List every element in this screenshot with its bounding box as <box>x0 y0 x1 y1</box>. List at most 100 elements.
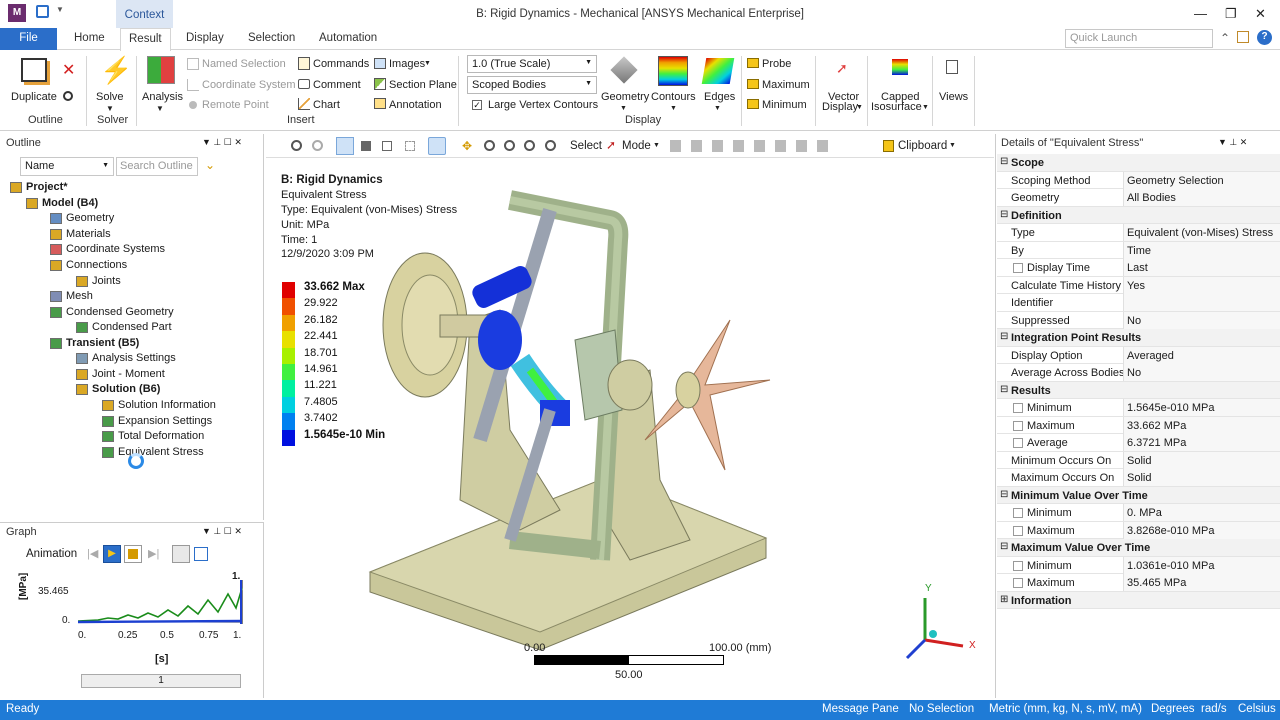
pan-icon[interactable]: ✥ <box>462 139 472 153</box>
zoom-icon[interactable] <box>484 140 495 151</box>
rotate-icon[interactable] <box>428 137 446 155</box>
duplicate-button[interactable]: Duplicate <box>11 91 57 103</box>
details-section[interactable]: ⊟ Scope <box>997 154 1280 172</box>
coordinate-system-button[interactable]: Coordinate System <box>202 79 296 91</box>
selection-tools-icons[interactable] <box>670 140 830 152</box>
tab-display[interactable]: Display <box>186 32 224 44</box>
details-section[interactable]: ⊟ Definition <box>997 206 1280 224</box>
details-row[interactable]: Minimum Occurs On Solid <box>997 451 1280 469</box>
tab-selection[interactable]: Selection <box>248 32 295 44</box>
zoom-out-icon[interactable] <box>312 140 323 151</box>
tree-item-solution[interactable]: Solution (B6) <box>76 383 160 395</box>
status-units[interactable]: Metric (mm, kg, N, s, mV, mA) <box>989 703 1142 715</box>
parameter-checkbox[interactable] <box>1013 578 1023 588</box>
status-message-pane[interactable]: Message Pane <box>822 703 899 715</box>
magnifier-icon[interactable] <box>545 140 556 151</box>
remote-point-button[interactable]: Remote Point <box>202 99 269 111</box>
tree-item-materials[interactable]: Materials <box>50 228 111 240</box>
next-frame-icon[interactable]: ▶| <box>148 547 159 560</box>
scale-select[interactable]: 1.0 (True Scale) ▼ <box>467 55 597 73</box>
contours-dropdown-icon[interactable]: ▼ <box>670 105 677 112</box>
collapse-ribbon-icon[interactable]: ⌃ <box>1220 31 1230 45</box>
bodies-select[interactable]: Scoped Bodies ▼ <box>467 76 597 94</box>
vector-display-line2[interactable]: Display <box>822 101 858 113</box>
details-value[interactable]: Equivalent (von-Mises) Stress <box>1123 224 1280 241</box>
status-angle[interactable]: Degrees <box>1151 703 1194 715</box>
maximum-button[interactable]: Maximum <box>762 79 810 91</box>
named-selection-button[interactable]: Named Selection <box>202 58 286 70</box>
tree-item-condensed-part[interactable]: Condensed Part <box>76 321 172 333</box>
analysis-button[interactable]: Analysis <box>142 91 183 103</box>
collapse-icon[interactable]: ⊟ <box>1000 156 1008 167</box>
images-button[interactable]: Images <box>389 58 425 70</box>
section-plane-button[interactable]: Section Plane <box>389 79 457 91</box>
details-row[interactable]: Maximum 3.8268e-010 MPa <box>997 521 1280 539</box>
tree-item-total-def[interactable]: Total Deformation <box>102 430 204 442</box>
details-value[interactable] <box>1123 294 1280 311</box>
zoom-in-icon[interactable] <box>291 140 302 151</box>
contours-button[interactable]: Contours <box>651 91 696 103</box>
edges-dropdown-icon[interactable]: ▼ <box>714 105 721 112</box>
details-section[interactable]: ⊟ Results <box>997 381 1280 399</box>
expand-icon[interactable]: ⊞ <box>1000 594 1008 605</box>
details-value[interactable]: 1.5645e-010 MPa <box>1123 399 1280 416</box>
parameter-checkbox[interactable] <box>1013 525 1023 536</box>
details-value[interactable]: Solid <box>1123 451 1280 469</box>
details-row[interactable]: Maximum Occurs On Solid <box>997 469 1280 487</box>
details-value[interactable]: No <box>1123 311 1280 329</box>
commands-button[interactable]: Commands <box>313 58 369 70</box>
stop-button[interactable] <box>124 545 142 563</box>
face-select-icon[interactable] <box>361 141 371 151</box>
tree-item-connections[interactable]: Connections <box>50 259 127 271</box>
minimize-button[interactable]: — <box>1194 6 1207 21</box>
feedback-icon[interactable] <box>1237 31 1249 43</box>
tree-item-project[interactable]: Project* <box>10 181 68 193</box>
solve-dropdown-icon[interactable]: ▼ <box>106 104 114 113</box>
collapse-icon[interactable]: ⊟ <box>1000 209 1008 220</box>
comment-button[interactable]: Comment <box>313 79 361 91</box>
tree-item-transient[interactable]: Transient (B5) <box>50 337 139 349</box>
play-button[interactable]: ▶ <box>103 545 121 563</box>
details-value[interactable]: Solid <box>1123 469 1280 486</box>
outline-search-input[interactable]: Search Outline <box>116 157 198 176</box>
status-temp[interactable]: Celsius <box>1238 703 1276 715</box>
probe-button[interactable]: Probe <box>762 58 791 70</box>
large-vertex-checkbox[interactable]: ✓ <box>472 100 482 110</box>
vector-dropdown-icon[interactable]: ▼ <box>856 104 863 111</box>
status-rate[interactable]: rad/s <box>1201 703 1227 715</box>
tab-file[interactable]: File <box>0 28 57 50</box>
details-value[interactable]: 35.465 MPa <box>1123 574 1280 591</box>
capped-line2[interactable]: Isosurface <box>871 101 922 113</box>
parameter-checkbox[interactable] <box>1013 438 1023 448</box>
details-value[interactable]: 1.0361e-010 MPa <box>1123 556 1280 574</box>
filter-icon[interactable]: ⌄ <box>205 158 215 172</box>
annotation-button[interactable]: Annotation <box>389 99 442 111</box>
details-section[interactable]: ⊟ Minimum Value Over Time <box>997 486 1280 504</box>
details-value[interactable]: 6.3721 MPa <box>1123 434 1280 451</box>
details-row[interactable]: By Time <box>997 241 1280 259</box>
views-button[interactable]: Views <box>939 91 968 103</box>
details-value[interactable]: All Bodies <box>1123 189 1280 206</box>
edges-button[interactable]: Edges <box>704 91 735 103</box>
box-zoom-icon[interactable] <box>504 140 515 151</box>
details-value[interactable]: Time <box>1123 241 1280 259</box>
tree-item-model[interactable]: Model (B4) <box>26 197 98 209</box>
geometry-button[interactable]: Geometry <box>601 91 649 103</box>
frame-slider[interactable]: 1 <box>81 674 241 688</box>
details-row[interactable]: Calculate Time History Yes <box>997 276 1280 294</box>
details-row[interactable]: Suppressed No <box>997 311 1280 329</box>
details-row[interactable]: Display Time Last <box>997 259 1280 277</box>
details-row[interactable]: Geometry All Bodies <box>997 189 1280 207</box>
tab-home[interactable]: Home <box>74 32 105 44</box>
details-row[interactable]: Maximum 33.662 MPa <box>997 416 1280 434</box>
parameter-checkbox[interactable] <box>1013 560 1023 571</box>
details-row[interactable]: Scoping Method Geometry Selection <box>997 171 1280 189</box>
details-row[interactable]: Identifier <box>997 294 1280 312</box>
chart-button[interactable]: Chart <box>313 99 340 111</box>
details-row[interactable]: Display Option Averaged <box>997 346 1280 364</box>
details-value[interactable]: Averaged <box>1123 346 1280 364</box>
tab-automation[interactable]: Automation <box>319 32 377 44</box>
select-button[interactable]: Select <box>570 140 602 152</box>
capped-dropdown-icon[interactable]: ▼ <box>922 104 929 111</box>
collapse-icon[interactable]: ⊟ <box>1000 541 1008 552</box>
